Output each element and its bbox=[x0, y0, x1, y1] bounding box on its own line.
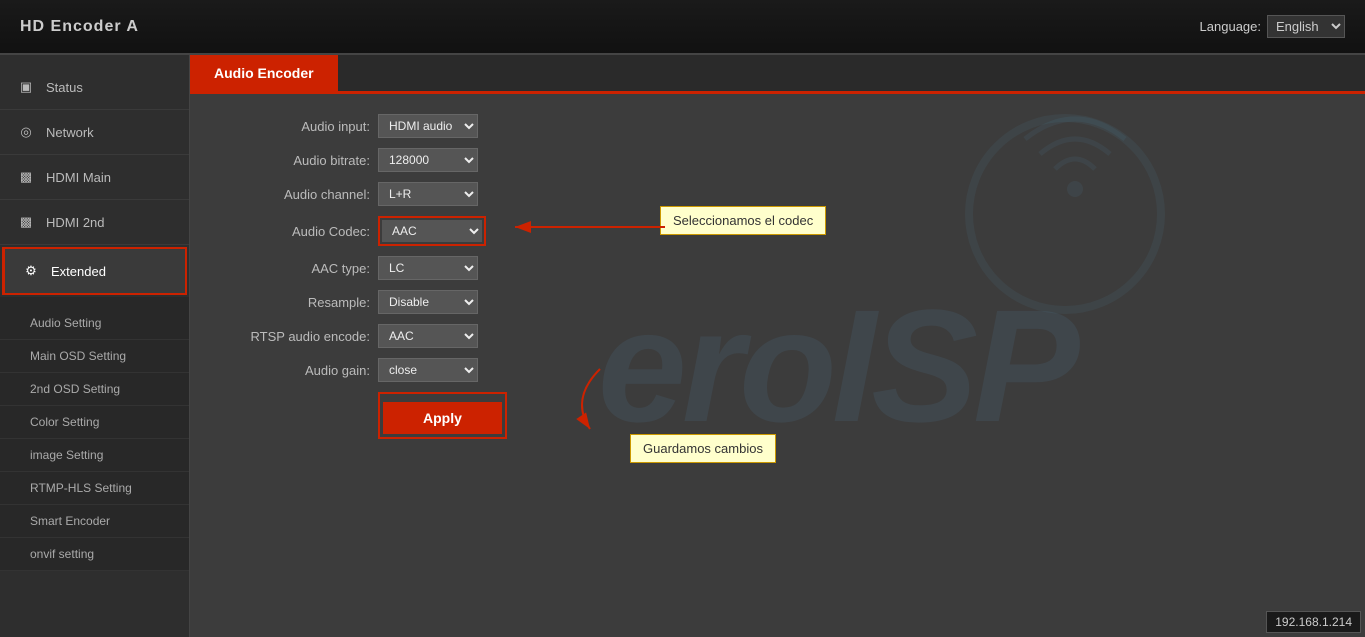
audio-bitrate-row: Audio bitrate: 128000 64000 96000 192000 bbox=[220, 148, 780, 172]
language-label: Language: bbox=[1200, 19, 1261, 34]
gear-icon: ⚙ bbox=[21, 261, 41, 281]
audio-channel-label: Audio channel: bbox=[220, 187, 370, 202]
content-area: eroISP Audio input: HDMI audio Line In M… bbox=[190, 94, 1365, 637]
app-title: HD Encoder A bbox=[20, 18, 139, 36]
rtsp-encode-label: RTSP audio encode: bbox=[220, 329, 370, 344]
sidebar-sub-audio-setting[interactable]: Audio Setting bbox=[0, 307, 189, 340]
sidebar-label-network: Network bbox=[46, 125, 94, 140]
aac-type-select[interactable]: LC HE HEv2 bbox=[378, 256, 478, 280]
tab-audio-encoder[interactable]: Audio Encoder bbox=[190, 55, 338, 91]
sidebar: ▣ Status ◎ Network ▩ HDMI Main ▩ HDMI 2n… bbox=[0, 55, 190, 637]
sidebar-sub-main-osd[interactable]: Main OSD Setting bbox=[0, 340, 189, 373]
sidebar-label-hdmi-2nd: HDMI 2nd bbox=[46, 215, 105, 230]
audio-codec-label: Audio Codec: bbox=[220, 224, 370, 239]
apply-row: Apply bbox=[220, 392, 780, 439]
apply-button[interactable]: Apply bbox=[383, 402, 502, 434]
sidebar-label-hdmi-main: HDMI Main bbox=[46, 170, 111, 185]
sidebar-item-hdmi-2nd[interactable]: ▩ HDMI 2nd bbox=[0, 200, 189, 245]
audio-codec-select[interactable]: AAC MP3 G711 bbox=[382, 220, 482, 242]
sidebar-label-status: Status bbox=[46, 80, 83, 95]
sidebar-sub-rtmp-hls[interactable]: RTMP-HLS Setting bbox=[0, 472, 189, 505]
audio-encoder-form: Audio input: HDMI audio Line In Mic Audi… bbox=[220, 114, 780, 439]
sidebar-sub-smart-encoder[interactable]: Smart Encoder bbox=[0, 505, 189, 538]
resample-row: Resample: Disable Enable bbox=[220, 290, 780, 314]
tab-bar: Audio Encoder bbox=[190, 55, 1365, 94]
globe-icon: ◎ bbox=[16, 122, 36, 142]
rtsp-encode-select[interactable]: AAC G711 MP3 bbox=[378, 324, 478, 348]
sidebar-sub-onvif[interactable]: onvif setting bbox=[0, 538, 189, 571]
audio-gain-select[interactable]: close low medium high bbox=[378, 358, 478, 382]
sidebar-item-hdmi-main[interactable]: ▩ HDMI Main bbox=[0, 155, 189, 200]
main-content: Audio Encoder eroISP Audio input: bbox=[190, 55, 1365, 637]
sidebar-sub-image-setting[interactable]: image Setting bbox=[0, 439, 189, 472]
sidebar-sub-color-setting[interactable]: Color Setting bbox=[0, 406, 189, 439]
audio-codec-highlight: AAC MP3 G711 bbox=[378, 216, 486, 246]
sidebar-submenu: Audio Setting Main OSD Setting 2nd OSD S… bbox=[0, 297, 189, 571]
sidebar-item-status[interactable]: ▣ Status bbox=[0, 65, 189, 110]
display2-icon: ▩ bbox=[16, 212, 36, 232]
audio-channel-row: Audio channel: L+R Left Right Mono bbox=[220, 182, 780, 206]
audio-bitrate-select[interactable]: 128000 64000 96000 192000 bbox=[378, 148, 478, 172]
arrow-apply-svg bbox=[560, 364, 640, 434]
monitor-icon: ▣ bbox=[16, 77, 36, 97]
sidebar-item-extended[interactable]: ⚙ Extended bbox=[2, 247, 187, 295]
resample-select[interactable]: Disable Enable bbox=[378, 290, 478, 314]
header: HD Encoder A Language: English Chinese bbox=[0, 0, 1365, 55]
aac-type-label: AAC type: bbox=[220, 261, 370, 276]
callout-codec: Seleccionamos el codec bbox=[660, 206, 826, 235]
apply-button-box: Apply bbox=[378, 392, 507, 439]
aac-type-row: AAC type: LC HE HEv2 bbox=[220, 256, 780, 280]
main-layout: ▣ Status ◎ Network ▩ HDMI Main ▩ HDMI 2n… bbox=[0, 55, 1365, 637]
sidebar-item-network[interactable]: ◎ Network bbox=[0, 110, 189, 155]
audio-gain-row: Audio gain: close low medium high bbox=[220, 358, 780, 382]
ip-badge: 192.168.1.214 bbox=[1266, 611, 1361, 633]
arrow-codec-svg bbox=[510, 212, 670, 242]
resample-label: Resample: bbox=[220, 295, 370, 310]
sidebar-sub-2nd-osd[interactable]: 2nd OSD Setting bbox=[0, 373, 189, 406]
audio-gain-label: Audio gain: bbox=[220, 363, 370, 378]
language-select[interactable]: English Chinese bbox=[1267, 15, 1345, 38]
audio-bitrate-label: Audio bitrate: bbox=[220, 153, 370, 168]
display-icon: ▩ bbox=[16, 167, 36, 187]
rtsp-encode-row: RTSP audio encode: AAC G711 MP3 bbox=[220, 324, 780, 348]
sidebar-label-extended: Extended bbox=[51, 264, 106, 279]
audio-channel-select[interactable]: L+R Left Right Mono bbox=[378, 182, 478, 206]
audio-input-row: Audio input: HDMI audio Line In Mic bbox=[220, 114, 780, 138]
audio-input-label: Audio input: bbox=[220, 119, 370, 134]
signal-watermark bbox=[1015, 109, 1135, 229]
callout-apply: Guardamos cambios bbox=[630, 434, 776, 463]
language-selector[interactable]: Language: English Chinese bbox=[1200, 15, 1345, 38]
audio-input-select[interactable]: HDMI audio Line In Mic bbox=[378, 114, 478, 138]
